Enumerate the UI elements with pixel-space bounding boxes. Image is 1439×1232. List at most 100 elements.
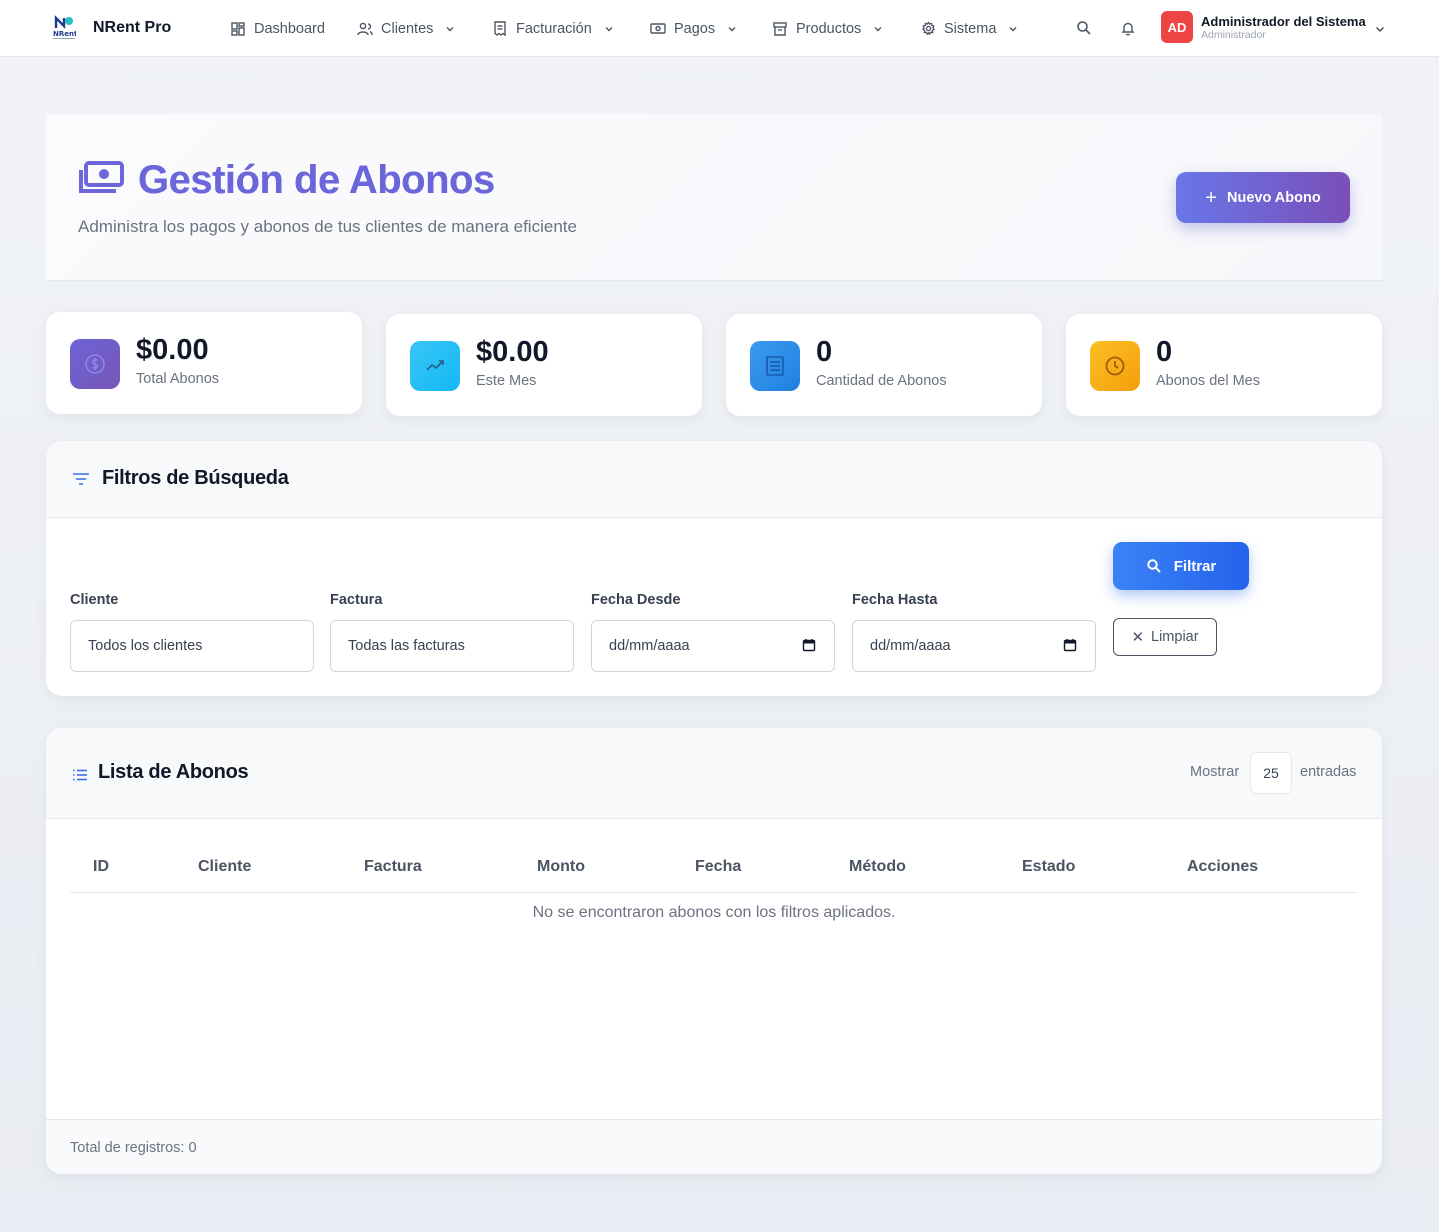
filter-icon [72,472,90,486]
list-footer: Total de registros: 0 [46,1119,1382,1174]
user-name[interactable]: Administrador del Sistema [1201,14,1366,29]
clock-icon [1090,341,1140,391]
stat-value: 0 [816,336,833,368]
stat-card-month-count: 0 Abonos del Mes [1066,314,1382,416]
chevron-down-icon [727,24,737,34]
nav-pagos[interactable]: Pagos [650,0,737,57]
abonos-list-card: Lista de Abonos Mostrar 25 entradas ID C… [46,728,1382,1174]
entries-label: entradas [1300,764,1357,780]
nav-facturacion[interactable]: Facturación [492,0,614,57]
filter-button[interactable]: Filtrar [1113,542,1249,590]
stat-value: $0.00 [476,336,549,368]
table-header-divider [70,892,1358,893]
column-header-cliente[interactable]: Cliente [198,858,251,876]
column-header-id[interactable]: ID [93,858,109,876]
client-select[interactable]: Todos los clientes [70,620,314,672]
invoice-select[interactable]: Todas las facturas [330,620,574,672]
date-from-label: Fecha Desde [591,592,681,608]
money-stack-icon [78,161,124,200]
page-header: Gestión de Abonos Administra los pagos y… [46,114,1382,281]
calendar-icon[interactable] [1063,638,1077,652]
list-icon [72,768,88,781]
nav-clientes-label: Clientes [381,20,434,37]
calendar-icon[interactable] [802,638,816,652]
search-icon [1146,558,1162,574]
empty-table-message: No se encontraron abonos con los filtros… [532,904,896,921]
column-header-acciones: Acciones [1187,858,1259,875]
plus-icon: + [1205,186,1217,209]
box-icon [772,21,788,37]
new-abono-button[interactable]: + Nuevo Abono [1176,172,1350,223]
chevron-down-icon [1008,24,1018,34]
search-icon [1077,21,1091,35]
column-header-factura[interactable]: Factura [364,858,422,876]
money-circle-icon [70,339,120,389]
user-menu-chevron-down-icon[interactable] [1374,22,1386,34]
chevron-down-icon [604,24,614,34]
show-label: Mostrar [1190,764,1240,780]
filters-card: Filtros de Búsqueda Cliente Todos los cl… [46,441,1382,696]
client-filter-label: Cliente [70,592,119,608]
clear-button-label: Limpiar [1151,629,1199,645]
total-records: Total de registros: 0 [70,1140,197,1156]
stat-label: Este Mes [476,373,537,389]
list-header: Lista de Abonos Mostrar 25 entradas [46,728,1382,819]
stat-value: $0.00 [136,334,209,366]
nav-dashboard-label: Dashboard [254,20,325,37]
stat-value: 0 [1156,336,1173,368]
stat-card-total: $0.00 Total Abonos [46,312,362,414]
brand[interactable]: NRent NRent Pro [52,14,171,42]
stat-label: Abonos del Mes [1156,373,1260,389]
money-icon [650,21,666,37]
list-icon [750,341,800,391]
clear-button[interactable]: ✕ Limpiar [1113,618,1217,656]
nav-sistema-label: Sistema [944,20,997,37]
column-header-estado[interactable]: Estado [1022,858,1075,876]
user-role: Administrador [1201,29,1266,41]
date-from-input[interactable]: dd/mm/aaaa [591,620,835,672]
page-subtitle: Administra los pagos y abonos de tus cli… [78,217,577,236]
trend-up-icon [410,341,460,391]
column-header-monto[interactable]: Monto [537,858,585,876]
notifications-button[interactable] [1118,18,1138,38]
gear-icon [920,21,936,37]
column-header-metodo[interactable]: Método [849,858,906,876]
stat-label: Total Abonos [136,371,220,387]
svg-text:NRent: NRent [53,30,76,38]
nav-pagos-label: Pagos [674,20,716,37]
invoice-filter-label: Factura [330,592,383,608]
filters-title: Filtros de Búsqueda [102,467,289,489]
column-header-fecha[interactable]: Fecha [695,858,741,876]
users-icon [357,21,373,37]
dashboard-icon [230,21,246,37]
bell-icon [1121,22,1135,36]
brand-logo: NRent [52,14,78,42]
date-to-input[interactable]: dd/mm/aaaa [852,620,1096,672]
filters-header: Filtros de Búsqueda [46,441,1382,518]
new-abono-label: Nuevo Abono [1226,189,1321,206]
filter-button-label: Filtrar [1173,557,1217,575]
invoice-select-value: Todas las facturas [348,638,465,654]
date-to-label: Fecha Hasta [852,592,938,608]
invoice-icon [492,21,508,37]
close-icon: ✕ [1131,629,1145,646]
nav-productos-label: Productos [796,20,862,37]
chevron-down-icon [445,24,455,34]
stat-card-month: $0.00 Este Mes [386,314,702,416]
stat-card-count: 0 Cantidad de Abonos [726,314,1042,416]
chevron-down-icon [873,24,883,34]
brand-name: NRent Pro [93,19,172,36]
list-title: Lista de Abonos [98,761,249,783]
nav-sistema[interactable]: Sistema [920,0,1018,57]
avatar[interactable]: AD [1161,11,1193,43]
nav-dashboard[interactable]: Dashboard [230,0,325,57]
date-to-placeholder: dd/mm/aaaa [870,638,951,654]
nav-clientes[interactable]: Clientes [357,0,455,57]
stat-label: Cantidad de Abonos [816,373,947,389]
page-size-select[interactable]: 25 [1250,752,1292,794]
search-button[interactable] [1074,18,1094,38]
nav-facturacion-label: Facturación [516,20,592,37]
date-from-placeholder: dd/mm/aaaa [609,638,690,654]
top-navbar: NRent NRent Pro Dashboard Clientes Factu… [0,0,1439,57]
nav-productos[interactable]: Productos [772,0,883,57]
